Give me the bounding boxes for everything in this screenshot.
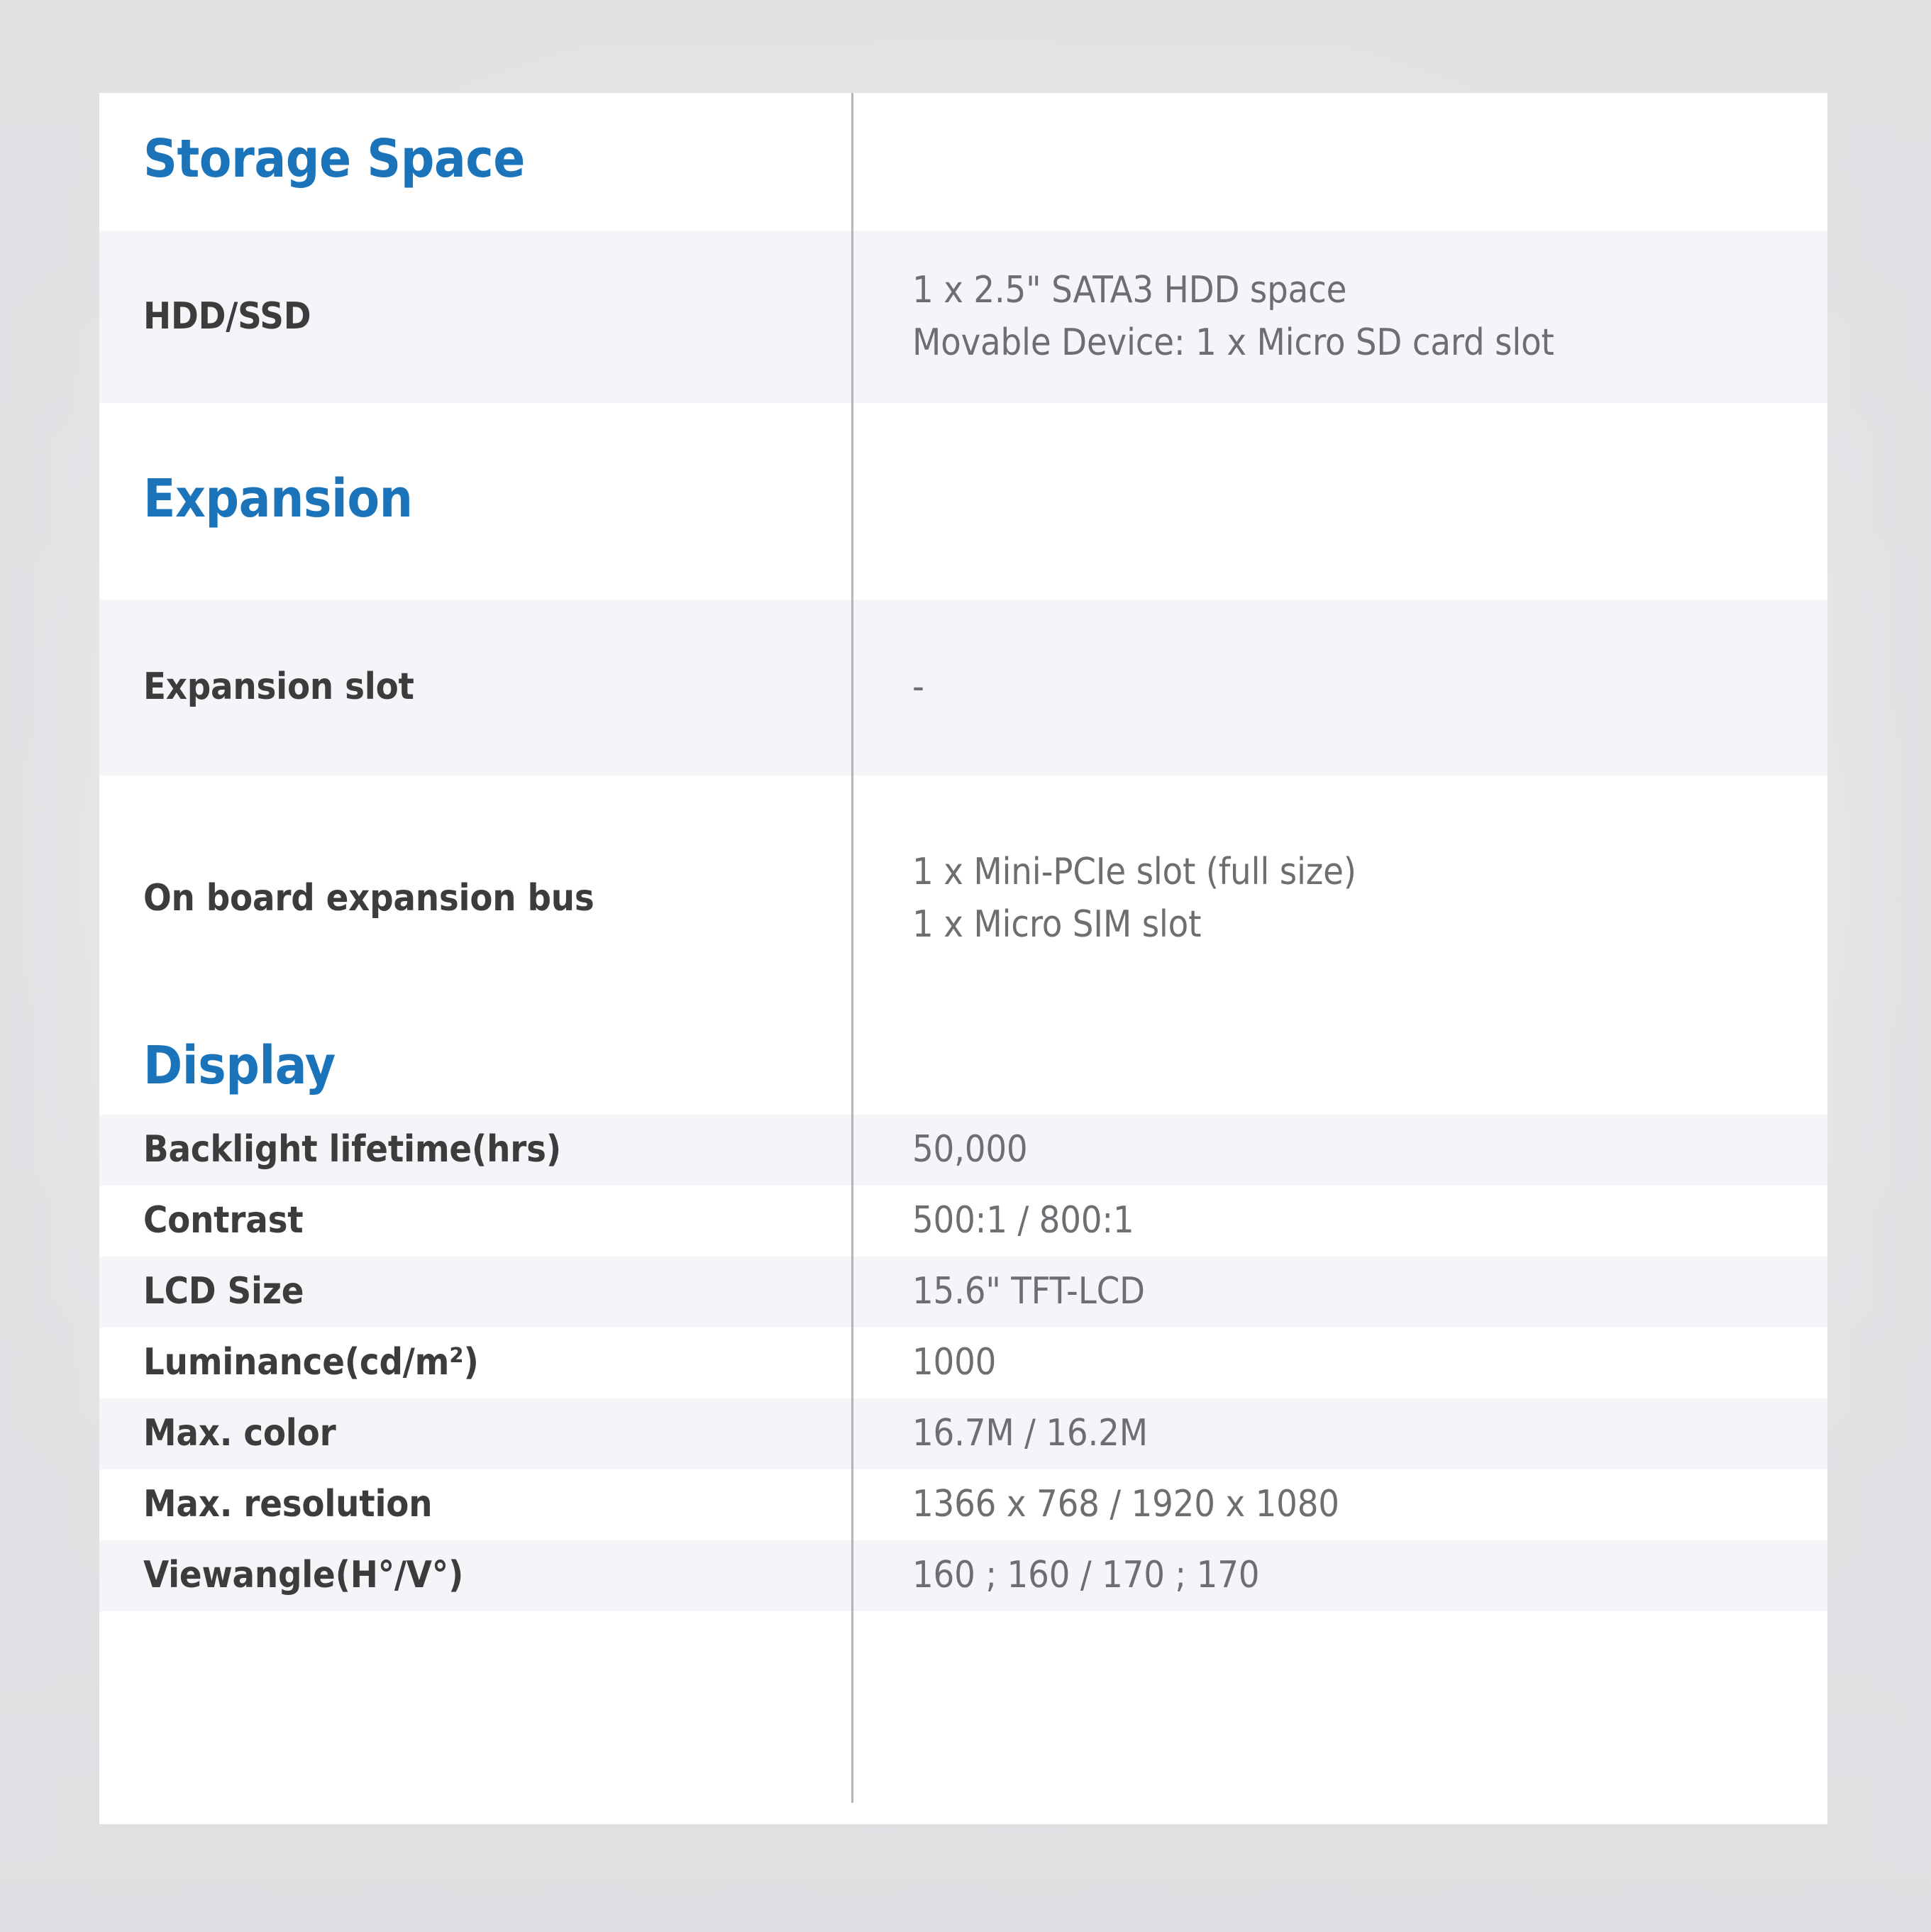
spec-label-cell-hdd-ssd: HDD/SSD	[99, 231, 851, 403]
section-header-spacer-expansion	[851, 403, 1827, 600]
column-divider	[851, 93, 853, 1803]
spec-value-line: 160 ; 160 / 170 ; 170	[912, 1554, 1260, 1597]
spec-value-cell-expansion-slot: -	[851, 600, 1827, 775]
table-row: Viewangle(H°/V°) 160 ; 160 / 170 ; 170	[99, 1540, 1827, 1611]
spec-label-cell-contrast: Contrast	[99, 1186, 851, 1257]
spec-value-line: 1 x 2.5" SATA3 HDD space	[912, 268, 1347, 311]
spec-label-backlight-lifetime: Backlight lifetime(hrs)	[143, 1128, 561, 1171]
specification-table-card: Storage Space HDD/SSD 1 x 2.5" SATA3 HDD…	[99, 93, 1827, 1824]
spec-value-line: 1 x Micro SIM slot	[912, 902, 1202, 946]
spec-value-viewangle: 160 ; 160 / 170 ; 170	[912, 1550, 1810, 1602]
table-row: Luminance(cd/m²) 1000	[99, 1327, 1827, 1398]
spec-label-cell-max-resolution: Max. resolution	[99, 1469, 851, 1540]
spec-value-cell-viewangle: 160 ; 160 / 170 ; 170	[851, 1540, 1827, 1611]
spec-value-cell-backlight-lifetime: 50,000	[851, 1115, 1827, 1186]
table-row: HDD/SSD 1 x 2.5" SATA3 HDD space Movable…	[99, 231, 1827, 403]
table-row: Contrast 500:1 / 800:1	[99, 1186, 1827, 1257]
spec-value-line: Movable Device: 1 x Micro SD card slot	[912, 321, 1554, 364]
table-bottom-spacer-label	[99, 1611, 851, 1633]
specification-table: Storage Space HDD/SSD 1 x 2.5" SATA3 HDD…	[99, 93, 1827, 1633]
table-row: On board expansion bus 1 x Mini-PCIe slo…	[99, 775, 1827, 1022]
spec-label-cell-on-board-expansion-bus: On board expansion bus	[99, 775, 851, 1022]
spec-value-line: 16.7M / 16.2M	[912, 1412, 1148, 1455]
spec-value-line: 500:1 / 800:1	[912, 1199, 1134, 1242]
spec-label-expansion-slot: Expansion slot	[143, 666, 414, 709]
section-header-cell-expansion: Expansion	[99, 403, 851, 600]
spec-value-cell-on-board-expansion-bus: 1 x Mini-PCIe slot (full size) 1 x Micro…	[851, 775, 1827, 1022]
spec-value-cell-hdd-ssd: 1 x 2.5" SATA3 HDD space Movable Device:…	[851, 231, 1827, 403]
spec-value-contrast: 500:1 / 800:1	[912, 1195, 1810, 1247]
table-row: Max. resolution 1366 x 768 / 1920 x 1080	[99, 1469, 1827, 1540]
spec-value-on-board-expansion-bus: 1 x Mini-PCIe slot (full size) 1 x Micro…	[912, 846, 1810, 951]
spec-label-max-color: Max. color	[143, 1412, 336, 1455]
spec-value-cell-contrast: 500:1 / 800:1	[851, 1186, 1827, 1257]
spec-value-line: 1000	[912, 1341, 997, 1384]
section-header-spacer-storage-space	[851, 93, 1827, 231]
spec-label-max-resolution: Max. resolution	[143, 1483, 433, 1526]
section-header-cell-storage-space: Storage Space	[99, 93, 851, 231]
table-row: Max. color 16.7M / 16.2M	[99, 1398, 1827, 1469]
table-bottom-spacer-value	[851, 1611, 1827, 1633]
spec-value-hdd-ssd: 1 x 2.5" SATA3 HDD space Movable Device:…	[912, 265, 1810, 370]
spec-value-lcd-size: 15.6" TFT-LCD	[912, 1266, 1810, 1318]
spec-label-cell-viewangle: Viewangle(H°/V°)	[99, 1540, 851, 1611]
section-header-row-storage-space: Storage Space	[99, 93, 1827, 231]
spec-label-hdd-ssd: HDD/SSD	[143, 294, 311, 338]
spec-label-contrast: Contrast	[143, 1199, 304, 1242]
spec-value-luminance: 1000	[912, 1337, 1810, 1389]
spec-label-cell-backlight-lifetime: Backlight lifetime(hrs)	[99, 1115, 851, 1186]
spec-value-cell-max-resolution: 1366 x 768 / 1920 x 1080	[851, 1469, 1827, 1540]
spec-value-line: 1 x Mini-PCIe slot (full size)	[912, 850, 1356, 893]
spec-label-cell-max-color: Max. color	[99, 1398, 851, 1469]
spec-value-line: 50,000	[912, 1128, 1028, 1171]
section-header-row-expansion: Expansion	[99, 403, 1827, 600]
spec-label-cell-expansion-slot: Expansion slot	[99, 600, 851, 775]
spec-value-line: 15.6" TFT-LCD	[912, 1270, 1145, 1313]
spec-value-line: 1366 x 768 / 1920 x 1080	[912, 1483, 1339, 1526]
spec-label-luminance: Luminance(cd/m²)	[143, 1341, 479, 1384]
spec-value-expansion-slot: -	[912, 661, 1810, 714]
spec-label-viewangle: Viewangle(H°/V°)	[143, 1554, 464, 1597]
section-heading-expansion: Expansion	[143, 468, 413, 529]
spec-value-cell-max-color: 16.7M / 16.2M	[851, 1398, 1827, 1469]
spec-label-on-board-expansion-bus: On board expansion bus	[143, 876, 594, 920]
table-row: Backlight lifetime(hrs) 50,000	[99, 1115, 1827, 1186]
spec-value-max-resolution: 1366 x 768 / 1920 x 1080	[912, 1479, 1810, 1531]
table-bottom-spacer-row	[99, 1611, 1827, 1633]
section-header-row-display: Display	[99, 1022, 1827, 1115]
table-row: Expansion slot -	[99, 600, 1827, 775]
section-header-spacer-display	[851, 1022, 1827, 1115]
spec-value-cell-lcd-size: 15.6" TFT-LCD	[851, 1257, 1827, 1327]
table-row: LCD Size 15.6" TFT-LCD	[99, 1257, 1827, 1327]
spec-value-line: -	[912, 666, 924, 709]
spec-label-cell-lcd-size: LCD Size	[99, 1257, 851, 1327]
section-heading-storage-space: Storage Space	[143, 128, 525, 190]
section-heading-display: Display	[143, 1034, 336, 1096]
spec-value-backlight-lifetime: 50,000	[912, 1124, 1810, 1176]
spec-value-cell-luminance: 1000	[851, 1327, 1827, 1398]
section-header-cell-display: Display	[99, 1022, 851, 1115]
spec-label-cell-luminance: Luminance(cd/m²)	[99, 1327, 851, 1398]
spec-value-max-color: 16.7M / 16.2M	[912, 1408, 1810, 1460]
spec-label-lcd-size: LCD Size	[143, 1270, 304, 1313]
